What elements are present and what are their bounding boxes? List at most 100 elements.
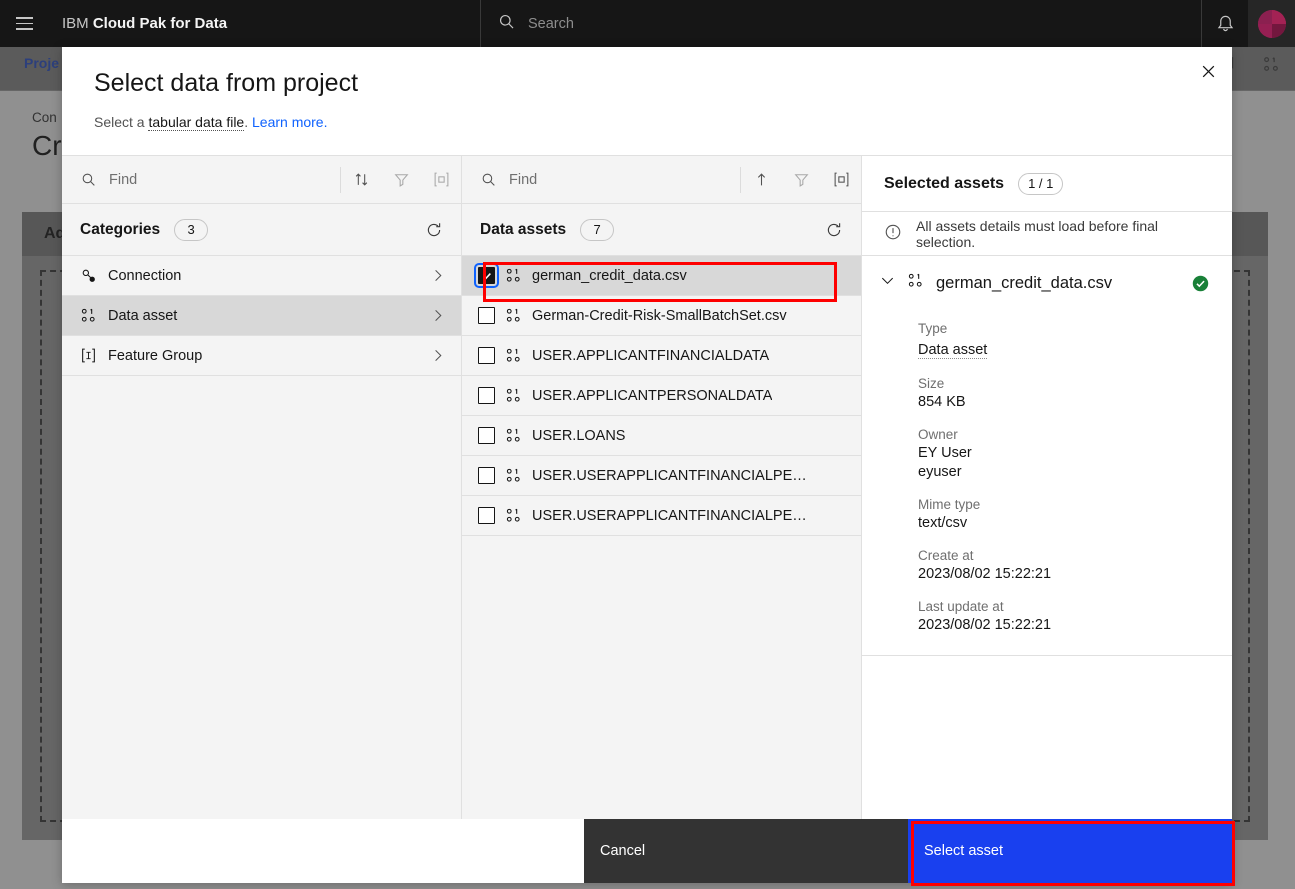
- field-label: Size: [918, 376, 945, 391]
- select-asset-button[interactable]: Select asset: [908, 819, 1232, 883]
- data-asset-icon: [505, 507, 522, 524]
- refresh-icon[interactable]: [425, 221, 443, 239]
- sidebar-item-connection[interactable]: Connection: [62, 256, 461, 296]
- global-search[interactable]: Search: [480, 0, 1197, 47]
- asset-checkbox[interactable]: [478, 387, 495, 404]
- hamburger-icon[interactable]: [0, 0, 48, 47]
- asset-list-item[interactable]: german_credit_data.csv: [462, 256, 861, 296]
- assets-list: german_credit_data.csv German-Credit-Ris…: [462, 256, 861, 819]
- asset-name: USER.USERAPPLICANTFINANCIALPE…: [532, 507, 807, 524]
- notification-bell-icon[interactable]: [1201, 0, 1248, 47]
- learn-more-link[interactable]: Learn more.: [252, 114, 327, 130]
- field-label: Last update at: [918, 599, 1004, 614]
- selected-assets-pane: Selected assets 1 / 1 All assets details…: [862, 156, 1232, 819]
- subtitle-suffix: .: [244, 114, 249, 130]
- field-value-text: Data asset: [918, 342, 988, 359]
- modal-title: Select data from project: [94, 69, 359, 97]
- data-asset-icon: [505, 307, 522, 324]
- modal-subtitle: Select a tabular data file. Learn more.: [94, 114, 327, 131]
- modal-body: Categories 3 Connection: [62, 155, 1232, 819]
- modal-header: Select data from project Select a tabula…: [62, 47, 1232, 155]
- asset-name: USER.USERAPPLICANTFINANCIALPE…: [532, 467, 807, 484]
- search-icon: [462, 171, 509, 188]
- filter-icon[interactable]: [381, 157, 421, 203]
- sort-icon[interactable]: [341, 157, 381, 203]
- asset-checkbox[interactable]: [478, 307, 495, 324]
- chevron-right-icon: [430, 348, 445, 363]
- connection-icon: [80, 267, 108, 284]
- categories-list: Connection Data asset Feature Group: [62, 256, 461, 819]
- asset-checkbox[interactable]: [478, 467, 495, 484]
- sidebar-item-label: Connection: [108, 267, 182, 284]
- data-asset-icon: [505, 467, 522, 484]
- warning-circle-icon: [884, 223, 902, 244]
- asset-checkbox[interactable]: [474, 263, 499, 288]
- field-value-secondary: eyuser: [918, 464, 962, 480]
- data-asset-icon: [907, 272, 924, 294]
- asset-name: German-Credit-Risk-SmallBatchSet.csv: [532, 307, 787, 324]
- asset-list-item[interactable]: USER.APPLICANTFINANCIALDATA: [462, 336, 861, 376]
- field-value: Data asset: [918, 339, 1232, 359]
- asset-list-item[interactable]: German-Credit-Risk-SmallBatchSet.csv: [462, 296, 861, 336]
- load-notice: All assets details must load before fina…: [862, 212, 1232, 256]
- feature-group-icon: [80, 347, 108, 364]
- fit-view-icon[interactable]: [821, 157, 861, 203]
- checkmark-filled-icon: [1191, 274, 1210, 293]
- asset-checkbox[interactable]: [478, 347, 495, 364]
- field-value: 2023/08/02 15:22:21: [918, 617, 1052, 633]
- asset-name: USER.APPLICANTFINANCIALDATA: [532, 347, 770, 364]
- field-value: EY User: [918, 445, 972, 461]
- asset-list-item[interactable]: USER.USERAPPLICANTFINANCIALPE…: [462, 456, 861, 496]
- categories-findbar: [62, 156, 461, 204]
- asset-list-item[interactable]: USER.LOANS: [462, 416, 861, 456]
- sidebar-item-data-asset[interactable]: Data asset: [62, 296, 461, 336]
- sort-ascending-icon[interactable]: [741, 157, 781, 203]
- selected-assets-count: 1 / 1: [1018, 172, 1064, 195]
- cancel-button[interactable]: Cancel: [584, 819, 908, 883]
- asset-detail-name: german_credit_data.csv: [936, 273, 1113, 292]
- asset-name: german_credit_data.csv: [532, 267, 687, 284]
- sidebar-item-feature-group[interactable]: Feature Group: [62, 336, 461, 376]
- asset-list-item[interactable]: USER.USERAPPLICANTFINANCIALPE…: [462, 496, 861, 536]
- fit-view-icon[interactable]: [421, 157, 461, 203]
- categories-label: Categories: [80, 220, 161, 238]
- modal-footer: Cancel Select asset: [62, 819, 1232, 883]
- asset-detail-scroll[interactable]: german_credit_data.csv Type Data asset Siz…: [862, 256, 1232, 819]
- field-value: 2023/08/02 15:22:21: [918, 566, 1052, 582]
- asset-name: USER.LOANS: [532, 427, 626, 444]
- field-label: Type: [918, 321, 948, 336]
- filter-icon[interactable]: [781, 157, 821, 203]
- subtitle-prefix: Select a: [94, 114, 149, 130]
- global-header: IBM Cloud Pak for Data Search: [0, 0, 1295, 47]
- select-data-modal: Select data from project Select a tabula…: [62, 47, 1232, 883]
- asset-list-item[interactable]: USER.APPLICANTPERSONALDATA: [462, 376, 861, 416]
- search-icon: [497, 12, 516, 36]
- assets-count: 7: [580, 218, 615, 241]
- assets-findbar: [462, 156, 861, 204]
- data-asset-icon: [505, 387, 522, 404]
- brand-name: Cloud Pak for Data: [92, 15, 228, 32]
- close-icon[interactable]: [1184, 47, 1232, 95]
- assets-pane: Data assets 7 german_credit_data.csv Ger…: [462, 156, 862, 819]
- load-notice-text: All assets details must load before fina…: [916, 217, 1159, 250]
- chevron-down-icon[interactable]: [880, 273, 895, 293]
- asset-checkbox[interactable]: [478, 507, 495, 524]
- assets-find-input[interactable]: [509, 156, 740, 203]
- refresh-icon[interactable]: [825, 221, 843, 239]
- subtitle-term: tabular data file: [148, 114, 245, 131]
- assets-section-header: Data assets 7: [462, 204, 861, 256]
- data-asset-icon: [505, 427, 522, 444]
- brand-prefix: IBM: [62, 15, 89, 32]
- asset-detail-fields: Type Data asset Size 854 KB Owner EY User eyus…: [862, 321, 1232, 633]
- sidebar-item-label: Feature Group: [108, 347, 203, 364]
- field-label: Owner: [918, 427, 958, 442]
- user-avatar-icon[interactable]: [1248, 0, 1295, 47]
- asset-checkbox[interactable]: [478, 427, 495, 444]
- categories-find-input[interactable]: [109, 156, 340, 203]
- categories-toolbar: [340, 166, 461, 193]
- field-value: 854 KB: [918, 394, 966, 410]
- asset-detail-header[interactable]: german_credit_data.csv: [862, 256, 1232, 304]
- categories-pane: Categories 3 Connection: [62, 156, 462, 819]
- field-label: Mime type: [918, 497, 981, 512]
- selected-assets-title: Selected assets: [884, 174, 1005, 192]
